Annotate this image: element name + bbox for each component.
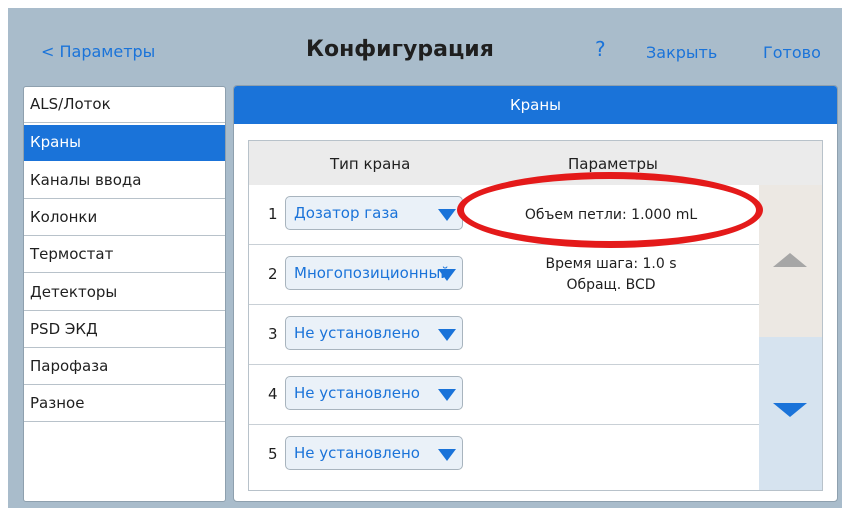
param-text: Обращ. BCD <box>566 277 656 293</box>
scroll-down-button[interactable] <box>759 337 822 490</box>
table-row: 1 Дозатор газа Объем петли: 1.000 mL <box>249 185 759 245</box>
table-row: 2 Многопозиционный Время шага: 1.0 s Обр… <box>249 245 759 305</box>
sidebar-item-headspace[interactable]: Парофаза <box>24 349 225 385</box>
param-text: Время шага: 1.0 s <box>545 256 677 272</box>
dropdown-arrow-icon <box>438 209 456 221</box>
sidebar-item-oven[interactable]: Термостат <box>24 237 225 273</box>
sidebar-item-label: Детекторы <box>30 283 118 301</box>
dropdown-value: Не установлено <box>294 444 420 462</box>
back-button[interactable]: < Параметры <box>41 42 155 61</box>
scroll-up-button[interactable] <box>759 185 822 337</box>
scroll-down-icon <box>773 403 807 417</box>
table-row: 5 Не установлено <box>249 425 759 485</box>
sidebar-item-inlets[interactable]: Каналы ввода <box>24 163 225 199</box>
table-row: 3 Не установлено <box>249 305 759 365</box>
row-number: 5 <box>268 445 278 463</box>
dropdown-arrow-icon <box>438 269 456 281</box>
dropdown-value: Дозатор газа <box>294 204 399 222</box>
sidebar-item-detectors[interactable]: Детекторы <box>24 275 225 311</box>
sidebar-item-label: Парофаза <box>30 357 109 375</box>
scroll-up-icon <box>773 253 807 267</box>
sidebar-item-label: Разное <box>30 394 85 412</box>
dropdown-arrow-icon <box>438 389 456 401</box>
sidebar-item-misc[interactable]: Разное <box>24 386 225 422</box>
dropdown-value: Многопозиционный <box>294 264 451 282</box>
sidebar-item-label: Каналы ввода <box>30 171 142 189</box>
valves-panel: Краны Тип крана Параметры 1 Дозатор газа… <box>233 85 838 502</box>
valve-type-dropdown[interactable]: Не установлено <box>285 316 463 350</box>
sidebar-item-label: Краны <box>30 133 82 151</box>
dropdown-value: Не установлено <box>294 324 420 342</box>
app-window: < Параметры Конфигурация ? Закрыть Готов… <box>8 8 842 508</box>
panel-header: Краны <box>234 86 837 124</box>
done-button[interactable]: Готово <box>763 43 821 62</box>
help-button[interactable]: ? <box>595 37 606 61</box>
sidebar-item-valves[interactable]: Краны <box>24 125 225 161</box>
column-header-type: Тип крана <box>330 155 411 173</box>
close-button[interactable]: Закрыть <box>646 43 717 62</box>
dropdown-arrow-icon <box>438 329 456 341</box>
table-header: Тип крана Параметры <box>249 141 822 185</box>
row-number: 3 <box>268 325 278 343</box>
valves-table: Тип крана Параметры 1 Дозатор газа Объем… <box>248 140 823 491</box>
valve-type-dropdown[interactable]: Дозатор газа <box>285 196 463 230</box>
sidebar-item-label: ALS/Лоток <box>30 95 111 113</box>
sidebar-item-label: PSD ЭКД <box>30 320 98 338</box>
panel-title: Краны <box>509 96 561 114</box>
sidebar-item-label: Термостат <box>30 245 114 263</box>
sidebar-item-columns[interactable]: Колонки <box>24 200 225 236</box>
param-text: Объем петли: 1.000 mL <box>524 207 698 223</box>
column-header-params: Параметры <box>568 155 658 173</box>
sidebar-item-psd[interactable]: PSD ЭКД <box>24 312 225 348</box>
valve-type-dropdown[interactable]: Не установлено <box>285 376 463 410</box>
row-number: 4 <box>268 385 278 403</box>
valve-type-dropdown[interactable]: Не установлено <box>285 436 463 470</box>
row-number: 1 <box>268 205 278 223</box>
row-number: 2 <box>268 265 278 283</box>
sidebar-item-als-tray[interactable]: ALS/Лоток <box>24 87 225 123</box>
page-title: Конфигурация <box>306 37 494 62</box>
table-row: 4 Не установлено <box>249 365 759 425</box>
sidebar-item-label: Колонки <box>30 208 98 226</box>
header-bar: < Параметры Конфигурация ? Закрыть Готов… <box>8 8 842 86</box>
dropdown-value: Не установлено <box>294 384 420 402</box>
dropdown-arrow-icon <box>438 449 456 461</box>
sidebar: ALS/Лоток Краны Каналы ввода Колонки Тер… <box>23 86 226 502</box>
valve-type-dropdown[interactable]: Многопозиционный <box>285 256 463 290</box>
scroll-column <box>759 185 822 490</box>
